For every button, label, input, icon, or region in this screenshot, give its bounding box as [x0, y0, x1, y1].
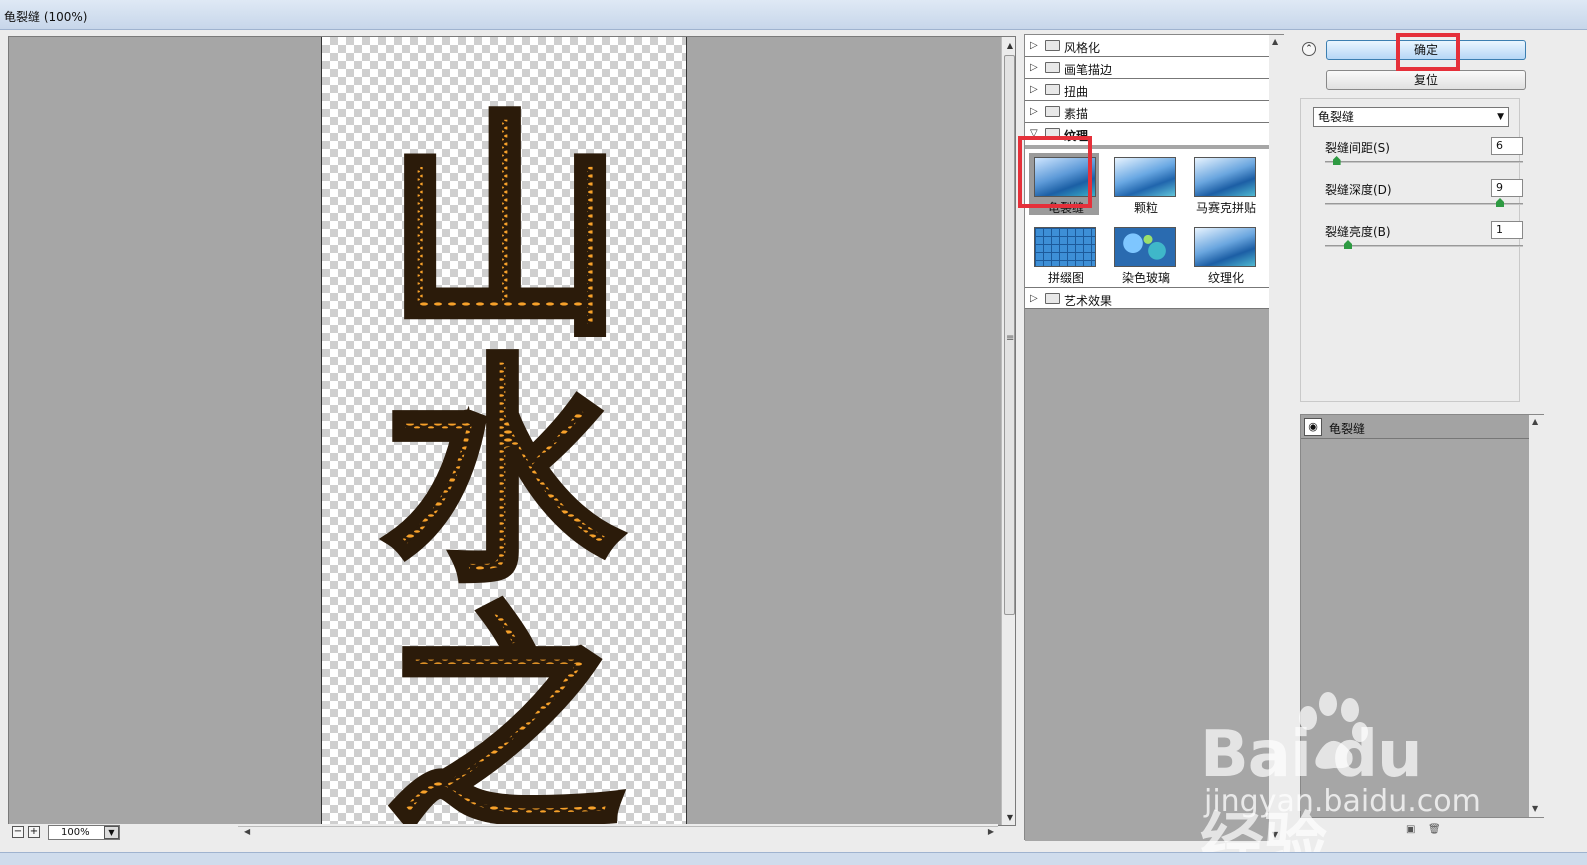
param-label: 裂缝亮度(B) — [1325, 225, 1391, 239]
collapse-arrow-icon[interactable]: ▽ — [1030, 128, 1038, 139]
gallery-scrollbar[interactable]: ▲ ▼ — [1269, 35, 1284, 841]
param-slider-track[interactable] — [1325, 245, 1523, 247]
expand-arrow-icon[interactable]: ▷ — [1030, 84, 1038, 95]
filter-select-value: 龟裂缝 — [1318, 110, 1355, 124]
folder-icon — [1045, 62, 1060, 73]
grip-icon: ≡ — [1006, 333, 1015, 344]
category-texture[interactable]: ▽ 纹理 — [1025, 123, 1269, 145]
category-distort[interactable]: ▷ 扭曲 — [1025, 79, 1269, 101]
visibility-eye-icon[interactable]: ◉ — [1304, 418, 1322, 436]
category-artistic[interactable]: ▷ 艺术效果 — [1025, 287, 1269, 309]
preview-vertical-scrollbar[interactable]: ▲ ≡ ▼ — [1001, 37, 1015, 825]
slider-knob[interactable] — [1344, 240, 1352, 249]
slider-knob[interactable] — [1496, 198, 1504, 207]
craquelure-thumbnail — [1034, 157, 1096, 197]
param-value-input[interactable]: 9 — [1491, 179, 1523, 197]
folder-icon — [1045, 106, 1060, 117]
slider-knob[interactable] — [1332, 156, 1341, 165]
dropdown-arrow-icon: ▼ — [1497, 112, 1504, 122]
layers-scrollbar[interactable]: ▲ ▼ — [1529, 415, 1544, 817]
expand-arrow-icon[interactable]: ▷ — [1030, 293, 1038, 304]
expand-arrow-icon[interactable]: ▷ — [1030, 62, 1038, 73]
effect-layer-row[interactable]: ◉ 龟裂缝 — [1301, 415, 1529, 439]
filter-grain[interactable]: 颗粒 — [1109, 153, 1179, 215]
scroll-down-arrow-icon[interactable]: ▼ — [1002, 811, 1015, 825]
param-label: 裂缝深度(D) — [1325, 183, 1392, 197]
zoom-in-button[interactable]: + — [28, 826, 40, 838]
preview-bottom-bar: − + 100% ▼ ◀ ▶ — [8, 824, 998, 842]
char-zhi: 之 — [385, 584, 625, 826]
filter-gallery-dialog: 山 水 之 ▲ ≡ ▼ − + 100% ▼ ◀ ▶ ▷ 风格化 ▷ 画笔描边 … — [0, 30, 1587, 865]
window-title: 龟裂缝 (100%) — [4, 10, 88, 24]
folder-icon — [1045, 293, 1060, 304]
scroll-right-arrow-icon[interactable]: ▶ — [988, 827, 994, 836]
delete-effect-layer-icon[interactable]: 🗑 — [1428, 824, 1441, 835]
category-sketch[interactable]: ▷ 素描 — [1025, 101, 1269, 123]
scroll-down-arrow-icon[interactable]: ▼ — [1532, 804, 1538, 813]
filter-settings-panel: 龟裂缝 ▼ 裂缝间距(S) 6 裂缝深度(D) 9 裂缝亮度(B) 1 — [1300, 98, 1523, 402]
filter-select[interactable]: 龟裂缝 ▼ — [1313, 107, 1509, 127]
preview-horizontal-scrollbar[interactable]: ◀ ▶ — [238, 826, 998, 840]
mosaic-tiles-thumbnail — [1194, 157, 1256, 197]
category-brush-strokes[interactable]: ▷ 画笔描边 — [1025, 57, 1269, 79]
param-label: 裂缝间距(S) — [1325, 141, 1390, 155]
scroll-up-arrow-icon[interactable]: ▲ — [1532, 417, 1538, 426]
scroll-up-arrow-icon[interactable]: ▲ — [1002, 39, 1015, 53]
new-effect-layer-icon[interactable]: ▣ — [1406, 824, 1415, 835]
filter-gallery-panel: ▷ 风格化 ▷ 画笔描边 ▷ 扭曲 ▷ 素描 ▽ 纹理 龟裂缝 颗粒 马赛克拼贴… — [1024, 34, 1284, 841]
category-stylize[interactable]: ▷ 风格化 — [1025, 35, 1269, 57]
folder-icon — [1045, 84, 1060, 95]
param-crack-brightness: 裂缝亮度(B) 1 — [1325, 221, 1523, 257]
scroll-up-arrow-icon[interactable]: ▲ — [1272, 37, 1278, 46]
filter-stained-glass[interactable]: 染色玻璃 — [1109, 223, 1179, 285]
effect-layers-panel: ◉ 龟裂缝 ▲ ▼ — [1300, 414, 1544, 818]
zoom-dropdown-icon[interactable]: ▼ — [104, 826, 119, 839]
param-crack-spacing: 裂缝间距(S) 6 — [1325, 137, 1523, 173]
scroll-left-arrow-icon[interactable]: ◀ — [244, 827, 250, 836]
filter-craquelure[interactable]: 龟裂缝 — [1029, 153, 1099, 215]
param-value-input[interactable]: 1 — [1491, 221, 1523, 239]
grain-thumbnail — [1114, 157, 1176, 197]
char-shan: 山 — [385, 89, 625, 369]
preview-area[interactable]: 山 水 之 ▲ ≡ ▼ — [8, 36, 1016, 826]
status-bar — [0, 852, 1587, 865]
craquelure-text-art: 山 水 之 — [379, 86, 628, 826]
param-value-input[interactable]: 6 — [1491, 137, 1523, 155]
document-canvas[interactable]: 山 水 之 — [321, 37, 687, 826]
effect-layer-label: 龟裂缝 — [1329, 422, 1366, 436]
ok-button[interactable]: 确定 — [1326, 40, 1526, 60]
filter-texturizer[interactable]: 纹理化 — [1189, 223, 1259, 285]
folder-icon — [1045, 40, 1060, 51]
param-slider-track[interactable] — [1325, 203, 1523, 205]
filter-mosaic-tiles[interactable]: 马赛克拼贴 — [1189, 153, 1259, 215]
patchwork-thumbnail — [1034, 227, 1096, 267]
scroll-down-arrow-icon[interactable]: ▼ — [1272, 830, 1278, 839]
stained-glass-thumbnail — [1114, 227, 1176, 267]
title-bar: 龟裂缝 (100%) — [0, 0, 1587, 30]
reset-button[interactable]: 复位 — [1326, 70, 1526, 90]
collapse-gallery-button[interactable]: ⌃ — [1302, 42, 1316, 56]
char-shui: 水 — [382, 334, 623, 614]
filter-patchwork[interactable]: 拼缀图 — [1029, 223, 1099, 285]
expand-arrow-icon[interactable]: ▷ — [1030, 40, 1038, 51]
param-slider-track[interactable] — [1325, 161, 1523, 163]
texture-thumbnails: 龟裂缝 颗粒 马赛克拼贴 拼缀图 染色玻璃 纹理化 — [1025, 149, 1269, 287]
texturizer-thumbnail — [1194, 227, 1256, 267]
folder-open-icon — [1045, 128, 1060, 139]
zoom-out-button[interactable]: − — [12, 826, 24, 838]
param-crack-depth: 裂缝深度(D) 9 — [1325, 179, 1523, 215]
expand-arrow-icon[interactable]: ▷ — [1030, 106, 1038, 117]
